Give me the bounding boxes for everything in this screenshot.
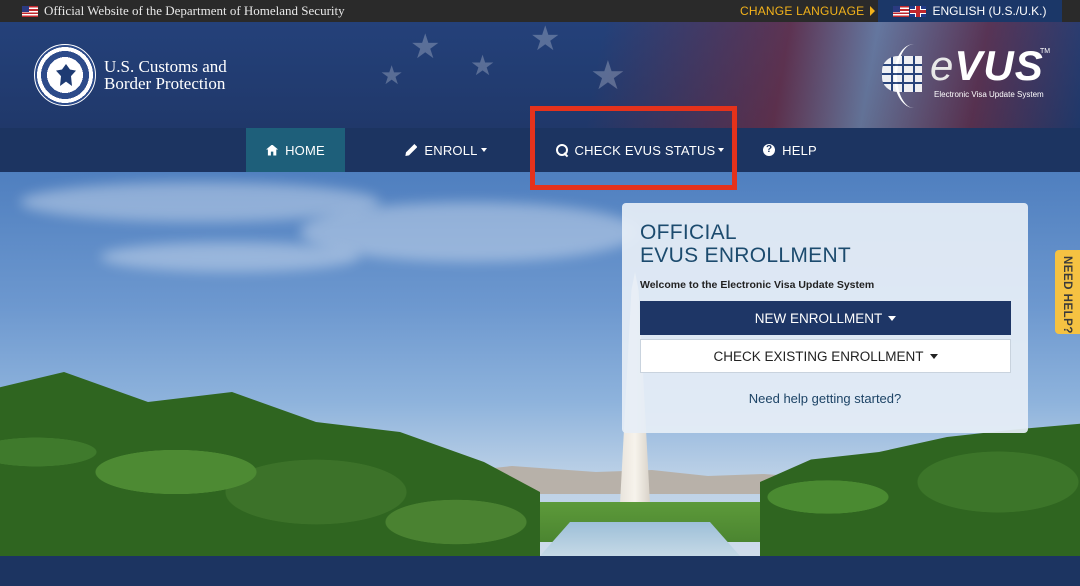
- cloud: [100, 242, 360, 272]
- evus-logo[interactable]: eVUS TM Electronic Visa Update System: [882, 42, 1052, 112]
- star-decoration-icon: ★: [530, 20, 561, 58]
- nav-check-status[interactable]: CHECK EVUS STATUS: [554, 128, 726, 172]
- uk-flag-icon: [910, 5, 927, 17]
- gov-banner: Official Website of the Department of Ho…: [0, 0, 1080, 22]
- star-decoration-icon: ★: [590, 54, 626, 98]
- language-selector[interactable]: ENGLISH (U.S./U.K.): [878, 0, 1062, 22]
- help-getting-started-link[interactable]: Need help getting started?: [622, 391, 1028, 406]
- us-flag-icon: [893, 5, 910, 17]
- agency-name[interactable]: U.S. Customs and Border Protection: [104, 58, 227, 92]
- logo-subtitle: Electronic Visa Update System: [934, 90, 1044, 99]
- nav-home[interactable]: HOME: [246, 128, 345, 172]
- us-flag-icon: [22, 5, 38, 17]
- check-existing-label: CHECK EXISTING ENROLLMENT: [713, 348, 924, 364]
- agency-name-line2: Border Protection: [104, 74, 226, 93]
- trees-left: [0, 372, 540, 556]
- nav-help[interactable]: ? HELP: [752, 128, 828, 172]
- official-site-text: Official Website of the Department of Ho…: [44, 3, 345, 18]
- caret-right-icon: [870, 6, 876, 16]
- check-existing-enrollment-button[interactable]: CHECK EXISTING ENROLLMENT: [640, 339, 1011, 373]
- change-language-link[interactable]: CHANGE LANGUAGE: [740, 4, 876, 18]
- panel-title-line2: EVUS ENROLLMENT: [640, 244, 852, 267]
- nav-home-label: HOME: [285, 142, 325, 158]
- new-enrollment-label: NEW ENROLLMENT: [754, 310, 883, 326]
- reflecting-pool: [540, 522, 740, 556]
- question-circle-icon: ?: [763, 144, 776, 156]
- need-help-label: NEED HELP?: [1061, 256, 1073, 334]
- new-enrollment-button[interactable]: NEW ENROLLMENT: [640, 301, 1011, 335]
- official-site-notice: Official Website of the Department of Ho…: [22, 3, 345, 19]
- nav-help-label: HELP: [782, 142, 817, 158]
- logo-vus: VUS: [954, 42, 1044, 89]
- need-help-tab[interactable]: NEED HELP?: [1055, 250, 1080, 334]
- logo-wordmark: eVUS: [930, 42, 1044, 90]
- welcome-text: Welcome to the Electronic Visa Update Sy…: [640, 279, 875, 291]
- footer-band: [0, 556, 1080, 586]
- caret-down-icon: [929, 353, 938, 359]
- pencil-icon: [405, 144, 418, 156]
- nav-enroll-label: ENROLL: [424, 142, 478, 158]
- home-icon: [266, 144, 279, 156]
- nav-check-status-label: CHECK EVUS STATUS: [574, 142, 716, 158]
- logo-trademark: TM: [1040, 48, 1051, 55]
- change-language-label: CHANGE LANGUAGE: [740, 4, 865, 18]
- caret-down-icon: [888, 315, 897, 321]
- nav-enroll[interactable]: ENROLL: [396, 128, 496, 172]
- star-decoration-icon: ★: [380, 60, 404, 90]
- main-nav: HOME ENROLL CHECK EVUS STATUS ? HELP: [0, 128, 1080, 172]
- agency-name-line1: U.S. Customs and: [104, 57, 227, 76]
- enrollment-panel: OFFICIAL EVUS ENROLLMENT Welcome to the …: [622, 203, 1028, 433]
- logo-grid-icon: [882, 56, 922, 92]
- caret-down-icon: [480, 148, 487, 152]
- language-label: ENGLISH (U.S./U.K.): [932, 4, 1047, 18]
- star-decoration-icon: ★: [410, 28, 441, 66]
- panel-title: OFFICIAL EVUS ENROLLMENT: [640, 221, 851, 267]
- caret-down-icon: [718, 148, 725, 152]
- logo-e: e: [930, 42, 955, 89]
- search-icon: [555, 144, 568, 156]
- eagle-icon: [56, 64, 76, 86]
- trees-right: [760, 422, 1080, 556]
- dhs-seal-icon[interactable]: [34, 44, 96, 106]
- star-decoration-icon: ★: [470, 50, 496, 81]
- panel-title-line1: OFFICIAL: [640, 221, 737, 244]
- site-header: ★ ★ ★ ★ ★ U.S. Customs and Border Protec…: [0, 22, 1080, 128]
